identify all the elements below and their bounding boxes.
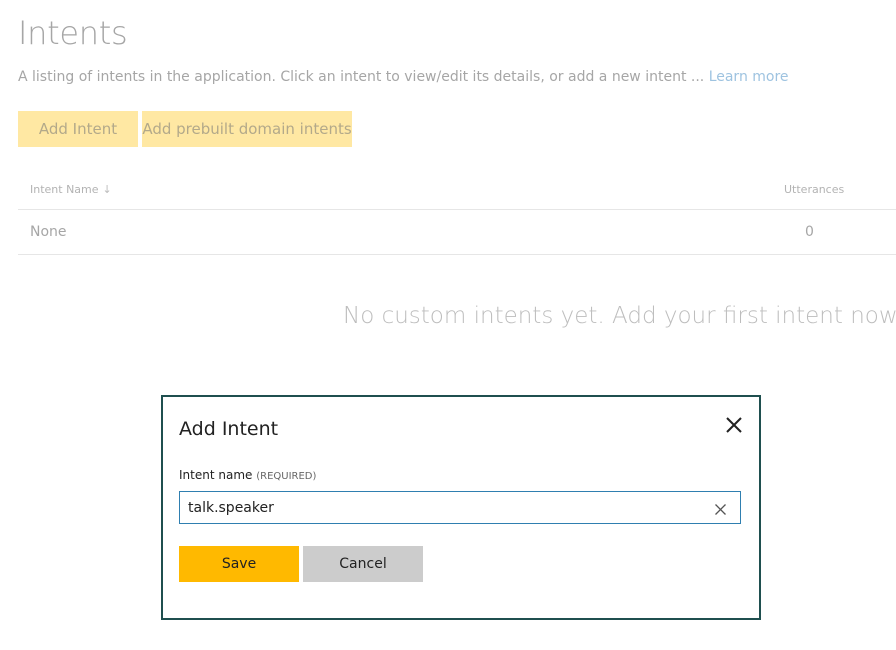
intent-name-field[interactable] — [179, 491, 741, 524]
close-icon[interactable] — [724, 415, 744, 435]
column-header-intent-name-label: Intent Name — [30, 183, 99, 196]
page-description-text: A listing of intents in the application.… — [18, 69, 709, 85]
sort-down-icon: ↓ — [102, 183, 112, 196]
add-prebuilt-domain-intents-button[interactable]: Add prebuilt domain intents — [142, 111, 352, 147]
column-header-utterances[interactable]: Utterances — [784, 183, 844, 196]
save-button[interactable]: Save — [179, 546, 299, 582]
intent-name-label-text: Intent name — [179, 468, 253, 482]
empty-state-message: No custom intents yet. Add your first in… — [343, 303, 896, 329]
cancel-button[interactable]: Cancel — [303, 546, 423, 582]
page-description: A listing of intents in the application.… — [18, 69, 789, 85]
table-header-divider — [18, 209, 896, 210]
page: Intents A listing of intents in the appl… — [0, 0, 896, 650]
intent-name-label: Intent name (REQUIRED) — [179, 468, 316, 482]
intent-name-input[interactable] — [188, 492, 698, 523]
required-marker: (REQUIRED) — [256, 471, 317, 482]
column-header-intent-name[interactable]: Intent Name ↓ — [30, 183, 112, 196]
utterances-cell: 0 — [805, 224, 814, 240]
page-title: Intents — [18, 14, 128, 52]
table-row-divider — [18, 254, 896, 255]
learn-more-link[interactable]: Learn more — [709, 69, 789, 85]
intent-name-cell[interactable]: None — [30, 224, 67, 240]
add-intent-dialog: Add Intent Intent name (REQUIRED) Save C… — [161, 395, 761, 620]
add-intent-button[interactable]: Add Intent — [18, 111, 138, 147]
clear-icon[interactable] — [714, 501, 727, 515]
dialog-title: Add Intent — [179, 418, 279, 440]
